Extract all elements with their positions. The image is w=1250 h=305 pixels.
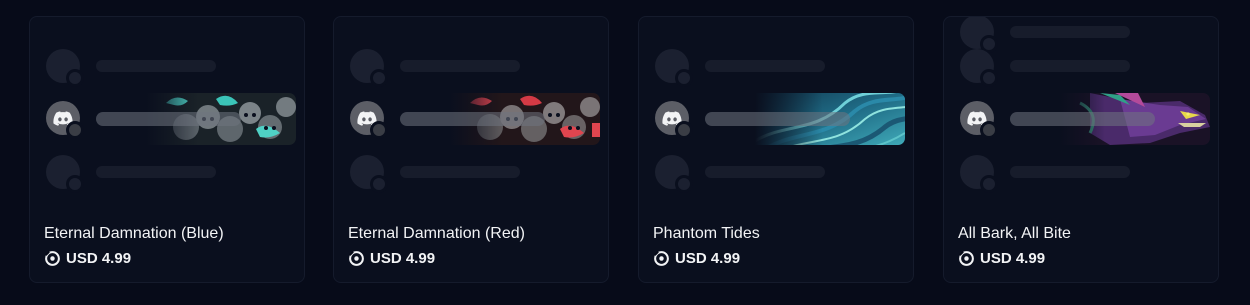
item-title: All Bark, All Bite: [958, 225, 1071, 242]
ghost-avatar: [46, 155, 84, 193]
active-name-bar: [400, 112, 545, 126]
shop-card-eternal-damnation-red[interactable]: Eternal Damnation (Red) USD 4.99: [333, 16, 609, 283]
ghost-name-bar: [1010, 166, 1130, 178]
ghost-member-row: [350, 147, 602, 199]
discord-logo-icon: [960, 101, 998, 139]
price-label: USD 4.99: [675, 250, 741, 267]
orb-currency-icon: [958, 250, 974, 266]
discord-logo-icon: [46, 101, 84, 139]
active-name-bar: [705, 112, 850, 126]
ghost-avatar: [46, 49, 84, 87]
discord-logo-icon: [655, 101, 693, 139]
ghost-name-bar: [96, 166, 216, 178]
nameplate-preview: [30, 17, 304, 207]
active-member-row: [46, 93, 298, 145]
ghost-member-row: [350, 41, 602, 93]
ghost-name-bar: [400, 60, 520, 72]
item-title: Eternal Damnation (Blue): [44, 225, 224, 242]
price-label: USD 4.99: [66, 250, 132, 267]
ghost-member-row: [960, 41, 1212, 93]
ghost-avatar: [960, 155, 998, 193]
ghost-name-bar: [705, 166, 825, 178]
item-price: USD 4.99: [348, 250, 435, 267]
ghost-name-bar: [705, 60, 825, 72]
nameplate-preview: [639, 17, 913, 207]
ghost-name-bar: [96, 60, 216, 72]
ghost-avatar: [350, 155, 388, 193]
price-label: USD 4.99: [980, 250, 1046, 267]
item-price: USD 4.99: [44, 250, 131, 267]
nameplate-preview: [334, 17, 608, 207]
ghost-avatar: [655, 155, 693, 193]
ghost-member-row: [655, 147, 907, 199]
item-title: Eternal Damnation (Red): [348, 225, 525, 242]
active-member-row: [350, 93, 602, 145]
orb-currency-icon: [348, 250, 364, 266]
orb-currency-icon: [653, 250, 669, 266]
shop-card-all-bark-all-bite[interactable]: All Bark, All Bite USD 4.99: [943, 16, 1219, 283]
shop-card-eternal-damnation-blue[interactable]: Eternal Damnation (Blue) USD 4.99: [29, 16, 305, 283]
active-member-row: [655, 93, 907, 145]
item-price: USD 4.99: [653, 250, 740, 267]
orb-currency-icon: [44, 250, 60, 266]
discord-logo-icon: [350, 101, 388, 139]
nameplate-preview: [944, 17, 1218, 207]
ghost-name-bar: [1010, 26, 1130, 38]
ghost-avatar: [655, 49, 693, 87]
ghost-name-bar: [1010, 60, 1130, 72]
ghost-member-row: [960, 147, 1212, 199]
nameplate-shop-row: Eternal Damnation (Blue) USD 4.99 Eterna…: [0, 0, 1250, 305]
active-member-row: [960, 93, 1212, 145]
shop-card-phantom-tides[interactable]: Phantom Tides USD 4.99: [638, 16, 914, 283]
ghost-member-row: [46, 41, 298, 93]
ghost-avatar: [960, 49, 998, 87]
price-label: USD 4.99: [370, 250, 436, 267]
ghost-avatar: [350, 49, 388, 87]
active-name-bar: [96, 112, 241, 126]
ghost-member-row: [46, 147, 298, 199]
ghost-member-row: [655, 41, 907, 93]
active-name-bar: [1010, 112, 1155, 126]
ghost-name-bar: [400, 166, 520, 178]
item-title: Phantom Tides: [653, 225, 760, 242]
item-price: USD 4.99: [958, 250, 1045, 267]
